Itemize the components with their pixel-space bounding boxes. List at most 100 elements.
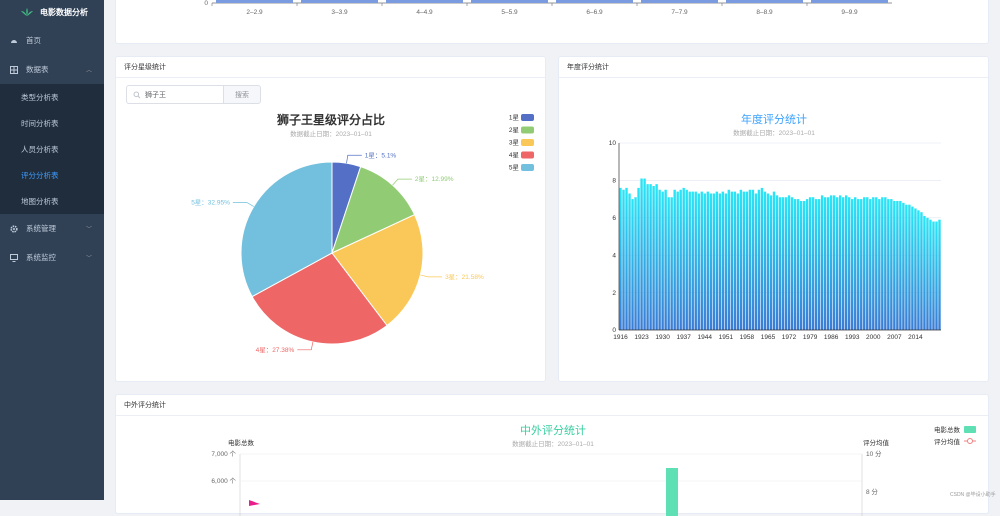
bar [751, 189, 755, 330]
bar [718, 193, 722, 330]
bar [676, 191, 679, 330]
sidebar-item-type-analysis[interactable]: 类型分析表 [0, 84, 104, 110]
bar [673, 189, 676, 330]
yearly-bar-chart: 年度评分统计 数据截止日期：2023–01–01 02468101916 1923… [609, 112, 941, 341]
bar [709, 193, 712, 330]
bar [835, 197, 839, 330]
legend-label[interactable]: 5星 [509, 164, 520, 172]
sidebar-item-map-analysis[interactable]: 地图分析表 [0, 188, 104, 214]
sidebar-item-system-manage[interactable]: 系统管理 ﹀ [0, 214, 104, 243]
legend-swatch [521, 164, 534, 171]
bar [634, 197, 637, 330]
legend-label[interactable]: 评分均值 [934, 437, 961, 446]
y-tick-label: 4 [612, 252, 616, 259]
bar [899, 200, 902, 330]
bar [769, 195, 773, 330]
chart-subtitle: 数据截止日期：2023–01–01 [290, 129, 372, 138]
brand[interactable]: 电影数据分析 [0, 0, 104, 24]
bar [799, 200, 803, 330]
bar [781, 197, 785, 330]
legend-label[interactable]: 电影总数 [934, 425, 961, 434]
card-title: 评分星级统计 [116, 57, 545, 78]
bar [872, 197, 875, 330]
legend-label[interactable]: 2星 [509, 126, 520, 134]
bar [703, 193, 706, 330]
submenu: 类型分析表 时间分析表 人员分析表 评分分析表 地图分析表 [0, 84, 104, 214]
bar [869, 199, 872, 330]
sidebar-item-home[interactable]: 首页 [0, 26, 104, 55]
star-rating-card: 评分星级统计 狮子王 搜索 狮子王星级评分占比 数据截止日期：2023–01–0… [115, 56, 546, 382]
bar [893, 200, 896, 330]
bar [670, 197, 673, 330]
y-axis-label-right: 评分均值 [863, 438, 890, 447]
bar [712, 193, 715, 330]
bar [848, 197, 851, 330]
bar [772, 191, 776, 330]
label-line [346, 154, 362, 164]
legend-label[interactable]: 4星 [509, 151, 520, 159]
label-line [420, 274, 443, 278]
y-tick-label: 2 [612, 290, 616, 297]
legend-swatch [521, 151, 534, 159]
x-tick-label: 1951 [719, 334, 734, 341]
x-tick-label: 7–7.9 [671, 9, 688, 16]
sidebar-item-datatable[interactable]: 数据表 ︿ [0, 55, 104, 84]
bar [902, 202, 905, 330]
bar [917, 210, 920, 330]
legend-label[interactable]: 1星 [509, 114, 520, 122]
sidebar-item-rating-analysis[interactable]: 评分分析表 [0, 162, 104, 188]
bar [742, 191, 746, 330]
dashboard-icon [11, 39, 17, 43]
bar [471, 0, 548, 3]
bar [826, 197, 830, 330]
y-tick-label-right: 8 分 [866, 487, 878, 496]
x-tick-label: 1979 [803, 334, 818, 341]
bar [679, 189, 682, 330]
sidebar-item-label: 系统管理 [26, 224, 56, 233]
bar [832, 195, 836, 330]
y-tick-label: 0 [204, 0, 208, 7]
bar [787, 195, 791, 330]
compare-card: 中外评分统计 中外评分统计 数据截止日期：2023–01–01 电影总数 评分均… [115, 394, 989, 516]
yearly-rating-card: 年度评分统计 年度评分统计 数据截止日期：2023–01–01 0 2 4 6 8 10 1… [558, 56, 989, 382]
sidebar-item-system-monitor[interactable]: 系统监控 ﹀ [0, 243, 104, 272]
x-tick-label: 1965 [761, 334, 776, 341]
bar [715, 191, 719, 330]
bar [685, 189, 688, 330]
bar [863, 197, 866, 330]
x-tick-label: 1958 [740, 334, 755, 341]
gear-icon [10, 224, 18, 233]
bar [301, 0, 378, 3]
bar [778, 197, 782, 330]
bar [721, 191, 725, 330]
bar [790, 197, 794, 330]
legend-swatch [964, 426, 976, 433]
monitor-icon [10, 253, 18, 262]
bar [926, 217, 929, 330]
sidebar-item-label: 首页 [26, 36, 41, 45]
bar [760, 187, 764, 330]
legend-label[interactable]: 3星 [509, 139, 520, 147]
bar [667, 197, 670, 330]
compare-chart: 中外评分统计 数据截止日期：2023–01–01 电影总数 评分均值 7,000… [211, 424, 976, 516]
bar [556, 0, 633, 3]
sidebar-item-time-analysis[interactable]: 时间分析表 [0, 110, 104, 136]
x-tick-label: 1937 [676, 334, 691, 341]
bar [784, 197, 788, 330]
bar [817, 199, 821, 330]
bar [805, 199, 809, 330]
card-title: 年度评分统计 [559, 57, 988, 78]
bar [851, 199, 854, 330]
bar [896, 200, 899, 330]
bar [386, 0, 463, 3]
bar [763, 191, 767, 330]
y-tick-label-right: 10 分 [866, 449, 882, 458]
label-line [232, 202, 254, 207]
slice-label: 5星：32.95% [191, 198, 230, 206]
sidebar-item-person-analysis[interactable]: 人员分析表 [0, 136, 104, 162]
bar [857, 199, 860, 330]
bar [641, 0, 718, 3]
bar [793, 199, 797, 330]
bar [646, 184, 649, 330]
bar [724, 193, 728, 330]
